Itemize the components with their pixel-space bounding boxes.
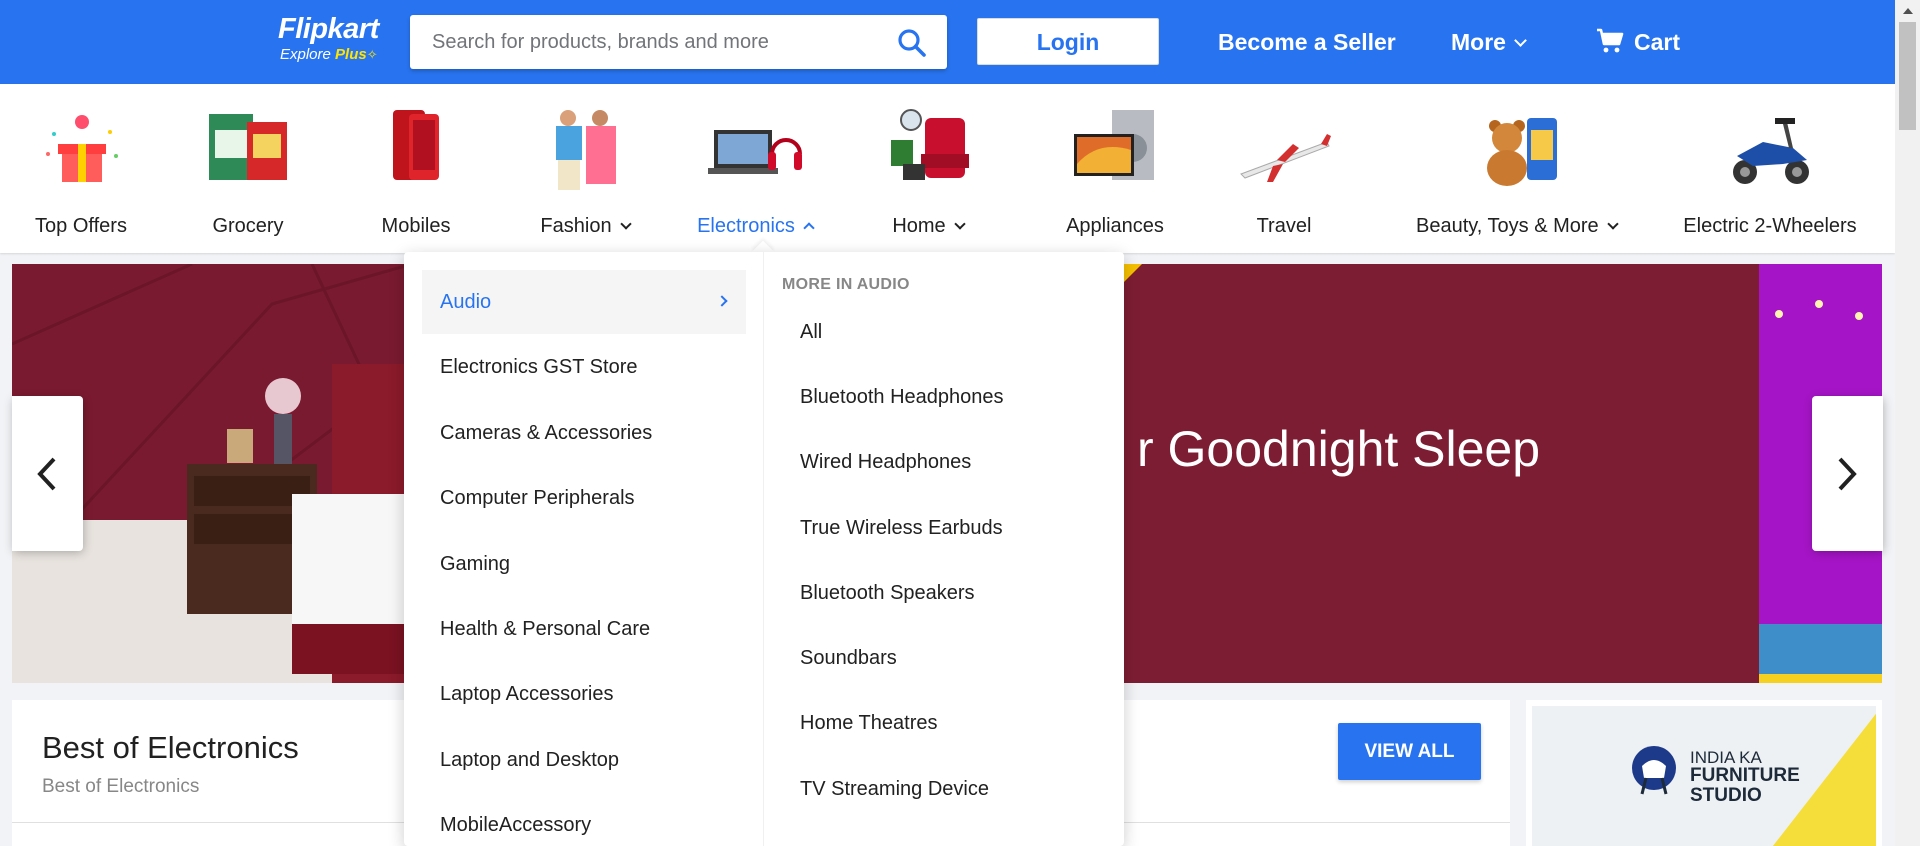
category-bar: Top Offers Grocery Mobiles Fashion Elect… <box>0 84 1895 253</box>
dropdown-subcategories: MORE IN AUDIO All Bluetooth Headphones W… <box>764 252 1124 846</box>
category-label: Electronics <box>665 214 845 238</box>
category-label: Top Offers <box>35 215 127 237</box>
electronics-icon <box>708 104 802 194</box>
category-label: Travel <box>1256 215 1312 237</box>
appliances-icon <box>1068 104 1162 194</box>
logo-text: Flipkart <box>278 13 379 45</box>
section-title: Best of Electronics <box>42 730 299 765</box>
more-menu[interactable]: More <box>1451 26 1527 58</box>
scroll-up-arrow-icon[interactable] <box>1903 8 1913 14</box>
category-electric-2-wheelers[interactable]: Electric 2-Wheelers <box>1680 104 1860 238</box>
top-header: Flipkart Explore Plus✧ Login Become a Se… <box>0 0 1895 84</box>
grocery-icon <box>201 104 295 194</box>
dropdown-item[interactable]: Laptop Accessories <box>422 662 746 726</box>
category-appliances[interactable]: Appliances <box>1025 104 1205 238</box>
electronics-dropdown: Audio Electronics GST Store Cameras & Ac… <box>404 252 1124 846</box>
cart-link[interactable]: Cart <box>1634 26 1680 58</box>
dropdown-categories: Audio Electronics GST Store Cameras & Ac… <box>404 252 764 846</box>
dropdown-item[interactable]: MobileAccessory <box>422 793 746 846</box>
dropdown-item-label: Audio <box>440 291 492 313</box>
banner-headline: r Goodnight Sleep <box>1137 421 1541 477</box>
category-label: Fashion <box>495 214 675 238</box>
dropdown-item[interactable]: Cameras & Accessories <box>422 401 746 465</box>
search-bar <box>410 15 947 69</box>
category-top-offers[interactable]: Top Offers <box>0 104 171 238</box>
flipkart-logo[interactable]: Flipkart Explore Plus✧ <box>278 12 379 64</box>
chevron-left-icon <box>37 457 56 491</box>
category-grocery[interactable]: Grocery <box>158 104 338 238</box>
dropdown-item[interactable]: Computer Peripherals <box>422 466 746 530</box>
chevron-up-icon <box>803 222 815 234</box>
scrollbar-thumb[interactable] <box>1899 22 1916 130</box>
cart-icon[interactable] <box>1596 28 1624 54</box>
category-label: Home <box>838 214 1018 238</box>
logo-explore: Explore <box>280 46 331 63</box>
logo-tagline: Explore Plus✧ <box>280 46 379 64</box>
airplane-icon <box>1237 104 1331 194</box>
category-label-text: Fashion <box>540 215 612 237</box>
subcategory-item[interactable]: Bluetooth Headphones <box>800 383 1004 411</box>
chevron-right-icon <box>1838 457 1857 491</box>
ad-line2: FURNITURE STUDIO <box>1690 765 1800 806</box>
dropdown-item[interactable]: Gaming <box>422 532 746 596</box>
chevron-right-icon <box>716 295 728 307</box>
category-label: Appliances <box>1066 215 1164 237</box>
subcategory-item[interactable]: Soundbars <box>800 644 897 672</box>
category-travel[interactable]: Travel <box>1194 104 1374 238</box>
subcategory-item[interactable]: Bluetooth Speakers <box>800 579 975 607</box>
category-label: Grocery <box>212 215 284 237</box>
subcategory-item[interactable]: Wired Headphones <box>800 448 971 476</box>
logo-plus: Plus <box>335 46 367 63</box>
become-seller-link[interactable]: Become a Seller <box>1218 26 1396 58</box>
chevron-down-icon <box>1514 34 1527 47</box>
subcategory-heading: MORE IN AUDIO <box>782 276 910 293</box>
category-label: Beauty, Toys & More <box>1416 214 1619 238</box>
subcategory-item[interactable]: All <box>800 318 822 346</box>
subcategory-item[interactable]: Home Theatres <box>800 709 937 737</box>
chevron-down-icon <box>954 218 966 230</box>
category-electronics[interactable]: Electronics <box>665 104 845 238</box>
category-label: Electric 2-Wheelers <box>1683 215 1857 237</box>
furniture-ad[interactable]: INDIA KA FURNITURE STUDIO <box>1526 700 1882 846</box>
category-fashion[interactable]: Fashion <box>495 104 675 238</box>
category-label-text: Beauty, Toys & More <box>1416 215 1599 237</box>
subcategory-item[interactable]: TV Streaming Device <box>800 775 989 803</box>
banner-next-button[interactable] <box>1812 396 1883 551</box>
mobile-icon <box>369 104 463 194</box>
home-icon <box>881 104 975 194</box>
category-beauty-toys[interactable]: Beauty, Toys & More <box>1416 104 1619 238</box>
category-label-text: Electronics <box>697 215 795 237</box>
category-label-text: Home <box>892 215 946 237</box>
dropdown-item-audio[interactable]: Audio <box>422 270 746 334</box>
chevron-down-icon <box>619 218 632 230</box>
category-label: Mobiles <box>381 215 451 237</box>
gift-icon <box>34 104 128 194</box>
subcategory-item[interactable]: True Wireless Earbuds <box>800 514 1003 542</box>
more-label: More <box>1451 29 1506 55</box>
banner-prev-button[interactable] <box>12 396 83 551</box>
category-mobiles[interactable]: Mobiles <box>326 104 506 238</box>
fashion-icon <box>538 104 632 194</box>
search-icon[interactable] <box>897 28 927 58</box>
dropdown-item[interactable]: Health & Personal Care <box>422 597 746 661</box>
dropdown-item[interactable]: Electronics GST Store <box>422 335 746 399</box>
plus-icon: ✧ <box>366 47 378 62</box>
view-all-button[interactable]: VIEW ALL <box>1338 723 1481 780</box>
page-scrollbar[interactable] <box>1895 0 1920 846</box>
scooter-icon <box>1723 104 1817 194</box>
section-subtitle: Best of Electronics <box>42 776 200 797</box>
dropdown-item[interactable]: Laptop and Desktop <box>422 728 746 792</box>
category-home[interactable]: Home <box>838 104 1018 238</box>
ad-image: INDIA KA FURNITURE STUDIO <box>1532 706 1876 846</box>
toys-icon <box>1469 104 1563 194</box>
chair-icon <box>1632 746 1676 795</box>
search-input[interactable] <box>410 15 880 69</box>
chevron-down-icon <box>1607 218 1619 230</box>
login-button[interactable]: Login <box>977 18 1159 65</box>
